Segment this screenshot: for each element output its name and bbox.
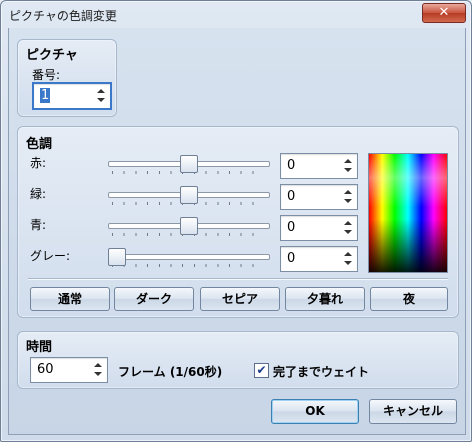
cancel-button[interactable]: キャンセル (369, 399, 457, 424)
window-title: ピクチャの色調変更 (9, 9, 117, 23)
preset-dusk-button[interactable]: 夕暮れ (285, 287, 365, 311)
preset-normal-button[interactable]: 通常 (30, 287, 110, 311)
time-group-title: 時間 (26, 340, 53, 355)
spin-up-icon[interactable] (344, 252, 352, 256)
spin-up-icon[interactable] (344, 190, 352, 194)
duration-value: 60 (37, 362, 54, 377)
preset-night-button[interactable]: 夜 (370, 287, 448, 311)
gray-spinbox[interactable]: 0 (280, 246, 358, 272)
color-preview-palette (368, 153, 448, 273)
spin-up-icon[interactable] (97, 89, 105, 93)
time-group: 時間 60 フレーム (1/60秒) ✔ 完了までウェイト (17, 331, 459, 389)
picture-group-title: ピクチャ (26, 48, 78, 63)
spin-down-icon[interactable] (344, 261, 352, 265)
slider-thumb[interactable] (108, 248, 126, 266)
title-bar[interactable]: ピクチャの色調変更 ✕ (1, 1, 471, 29)
red-slider[interactable] (108, 153, 270, 177)
blue-slider[interactable] (108, 215, 270, 239)
spin-down-icon[interactable] (94, 372, 102, 376)
spin-up-icon[interactable] (344, 221, 352, 225)
spinner-arrows[interactable] (91, 359, 105, 381)
spinner-arrows[interactable] (341, 248, 355, 270)
number-spinbox[interactable]: 1 (32, 82, 112, 110)
picture-group: ピクチャ 番号: 1 (17, 39, 117, 117)
wait-checkbox[interactable]: ✔ (254, 363, 269, 378)
wait-label[interactable]: 完了までウェイト (273, 363, 369, 380)
color-tone-group: 色調 赤: 0 緑: 0 青: 0 グレー: 0 通常 ダーク セピア 夕暮れ … (17, 126, 459, 318)
spinner-arrows[interactable] (341, 186, 355, 208)
number-label: 番号: (32, 68, 61, 82)
spinner-arrows[interactable] (341, 155, 355, 177)
divider (28, 278, 448, 280)
spin-down-icon[interactable] (344, 199, 352, 203)
green-spinbox[interactable]: 0 (280, 184, 358, 210)
preset-sepia-button[interactable]: セピア (200, 287, 280, 311)
color-tone-group-title: 色調 (26, 137, 53, 152)
slider-thumb[interactable] (180, 155, 198, 173)
spin-down-icon[interactable] (97, 98, 105, 102)
spin-down-icon[interactable] (344, 230, 352, 234)
frames-unit-label: フレーム (1/60秒) (118, 365, 223, 379)
spinner-arrows[interactable] (341, 217, 355, 239)
green-value: 0 (287, 189, 296, 204)
preset-dark-button[interactable]: ダーク (114, 287, 194, 311)
spin-down-icon[interactable] (344, 168, 352, 172)
gray-value: 0 (287, 251, 296, 266)
ok-button[interactable]: OK (271, 399, 359, 424)
spin-up-icon[interactable] (94, 363, 102, 367)
red-label: 赤: (30, 156, 47, 170)
slider-thumb[interactable] (180, 186, 198, 204)
close-button[interactable]: ✕ (422, 3, 466, 23)
spinner-arrows[interactable] (94, 85, 108, 107)
gray-label: グレー: (30, 249, 71, 263)
dialog-body: ピクチャ 番号: 1 色調 赤: 0 緑: 0 青: 0 グレー: 0 通常 ダ… (8, 28, 466, 435)
red-value: 0 (287, 158, 296, 173)
blue-label: 青: (30, 218, 47, 232)
blue-spinbox[interactable]: 0 (280, 215, 358, 241)
spin-up-icon[interactable] (344, 159, 352, 163)
green-slider[interactable] (108, 184, 270, 208)
blue-value: 0 (287, 220, 296, 235)
number-value: 1 (40, 88, 51, 103)
gray-slider[interactable] (108, 246, 270, 270)
slider-track (108, 254, 270, 260)
duration-spinbox[interactable]: 60 (30, 357, 108, 383)
green-label: 緑: (30, 187, 47, 201)
slider-thumb[interactable] (180, 217, 198, 235)
slider-ticks (112, 264, 264, 267)
dialog-window: ピクチャの色調変更 ✕ ピクチャ 番号: 1 色調 赤: 0 緑: 0 青: 0… (0, 0, 472, 442)
red-spinbox[interactable]: 0 (280, 153, 358, 179)
